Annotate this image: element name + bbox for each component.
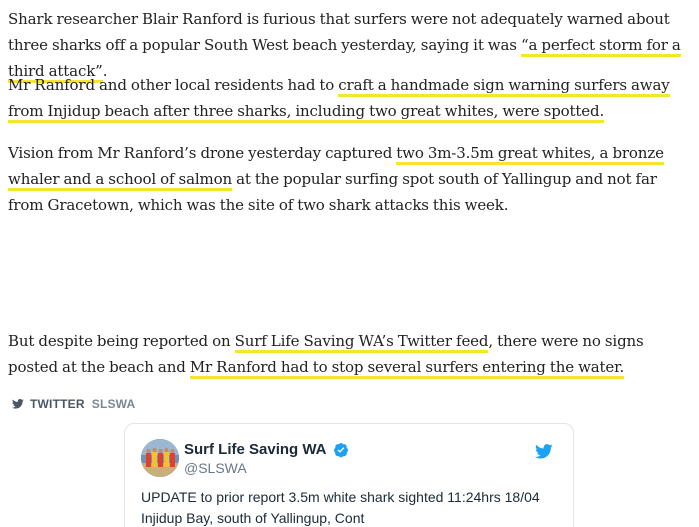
paragraph-2: Mr Ranford and other local residents had…	[8, 72, 696, 124]
avatar[interactable]	[141, 439, 179, 477]
account-name-text[interactable]: Surf Life Saving WA	[184, 441, 327, 458]
tweet-text: UPDATE to prior report 3.5m white shark …	[141, 489, 540, 526]
twitter-label-text: TWITTER	[30, 397, 85, 411]
tweet-card[interactable]: Surf Life Saving WA @SLSWA UPDATE to pri…	[124, 423, 574, 527]
paragraph-3: Vision from Mr Ranford’s drone yesterday…	[8, 140, 696, 218]
highlighted-link[interactable]: Surf Life Saving WA’s Twitter feed	[234, 332, 489, 353]
paragraph-text: But despite being reported on	[8, 332, 235, 350]
paragraph-text: Mr Ranford and other local residents had…	[8, 76, 339, 94]
twitter-bird-icon	[12, 399, 24, 409]
twitter-embed-label: TWITTER SLSWA	[12, 397, 135, 411]
verified-badge-icon	[333, 442, 348, 457]
tweet-account-handle[interactable]: @SLSWA	[184, 460, 247, 476]
paragraph-4: But despite being reported on Surf Life …	[8, 328, 696, 380]
twitter-label-handle[interactable]: SLSWA	[92, 397, 136, 411]
tweet-account-name[interactable]: Surf Life Saving WA	[184, 441, 349, 458]
paragraph-text: Vision from Mr Ranford’s drone yesterday…	[8, 144, 397, 162]
twitter-bird-icon[interactable]	[535, 444, 553, 459]
avatar-image	[141, 439, 179, 477]
highlighted-link[interactable]: Mr Ranford had to stop several surfers e…	[189, 358, 624, 379]
